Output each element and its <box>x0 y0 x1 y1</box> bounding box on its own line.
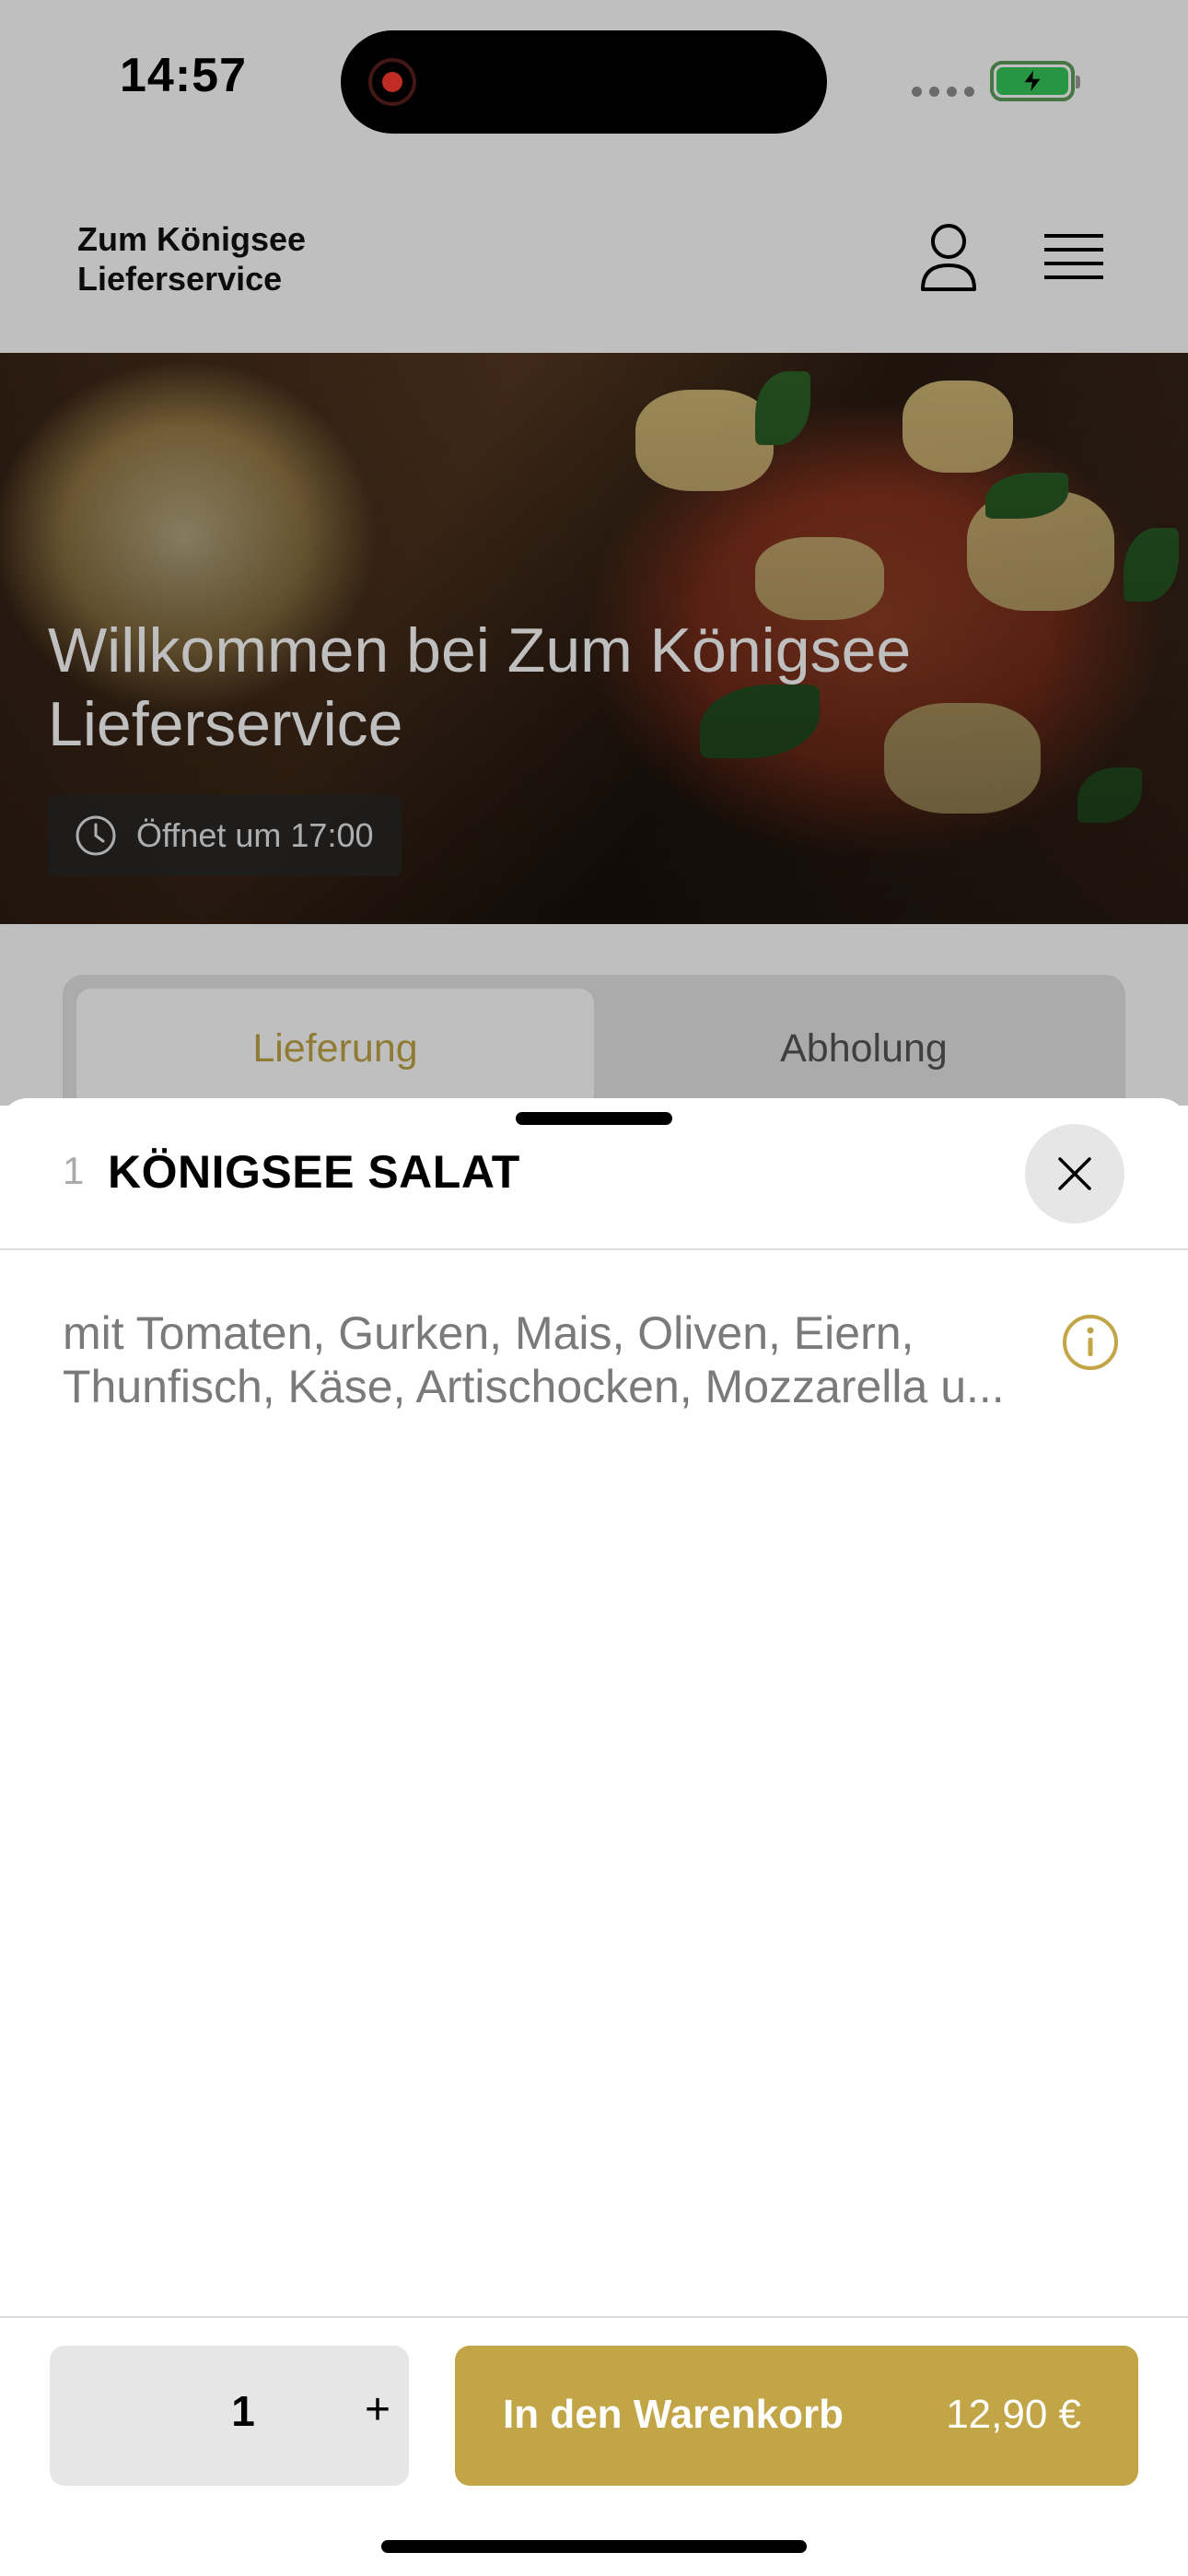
item-price: 12,90 € <box>946 2392 1081 2437</box>
item-name: KÖNIGSEE SALAT <box>108 1146 520 1198</box>
close-icon <box>1058 1157 1091 1190</box>
sheet-header: 1 KÖNIGSEE SALAT <box>0 1098 1188 1250</box>
close-button[interactable] <box>1025 1124 1124 1224</box>
item-description: mit Tomaten, Gurken, Mais, Oliven, Eiern… <box>63 1307 1005 1412</box>
quantity-stepper: 1 + <box>50 2346 409 2486</box>
sheet-grabber[interactable] <box>516 1112 672 1125</box>
sheet-footer: 1 + In den Warenkorb 12,90 € <box>0 2316 1188 2576</box>
add-to-cart-button[interactable]: In den Warenkorb 12,90 € <box>455 2346 1138 2486</box>
info-icon[interactable] <box>1061 1313 1120 1372</box>
item-number: 1 <box>63 1149 85 1192</box>
product-sheet: 1 KÖNIGSEE SALAT mit Tomaten, Gurken, Ma… <box>0 1098 1188 2576</box>
quantity-value: 1 <box>231 2387 255 2435</box>
add-to-cart-label: In den Warenkorb <box>503 2392 844 2437</box>
quantity-increase-button[interactable]: + <box>359 2384 396 2435</box>
modal-scrim[interactable] <box>0 0 1188 1106</box>
home-indicator[interactable] <box>381 2540 807 2553</box>
